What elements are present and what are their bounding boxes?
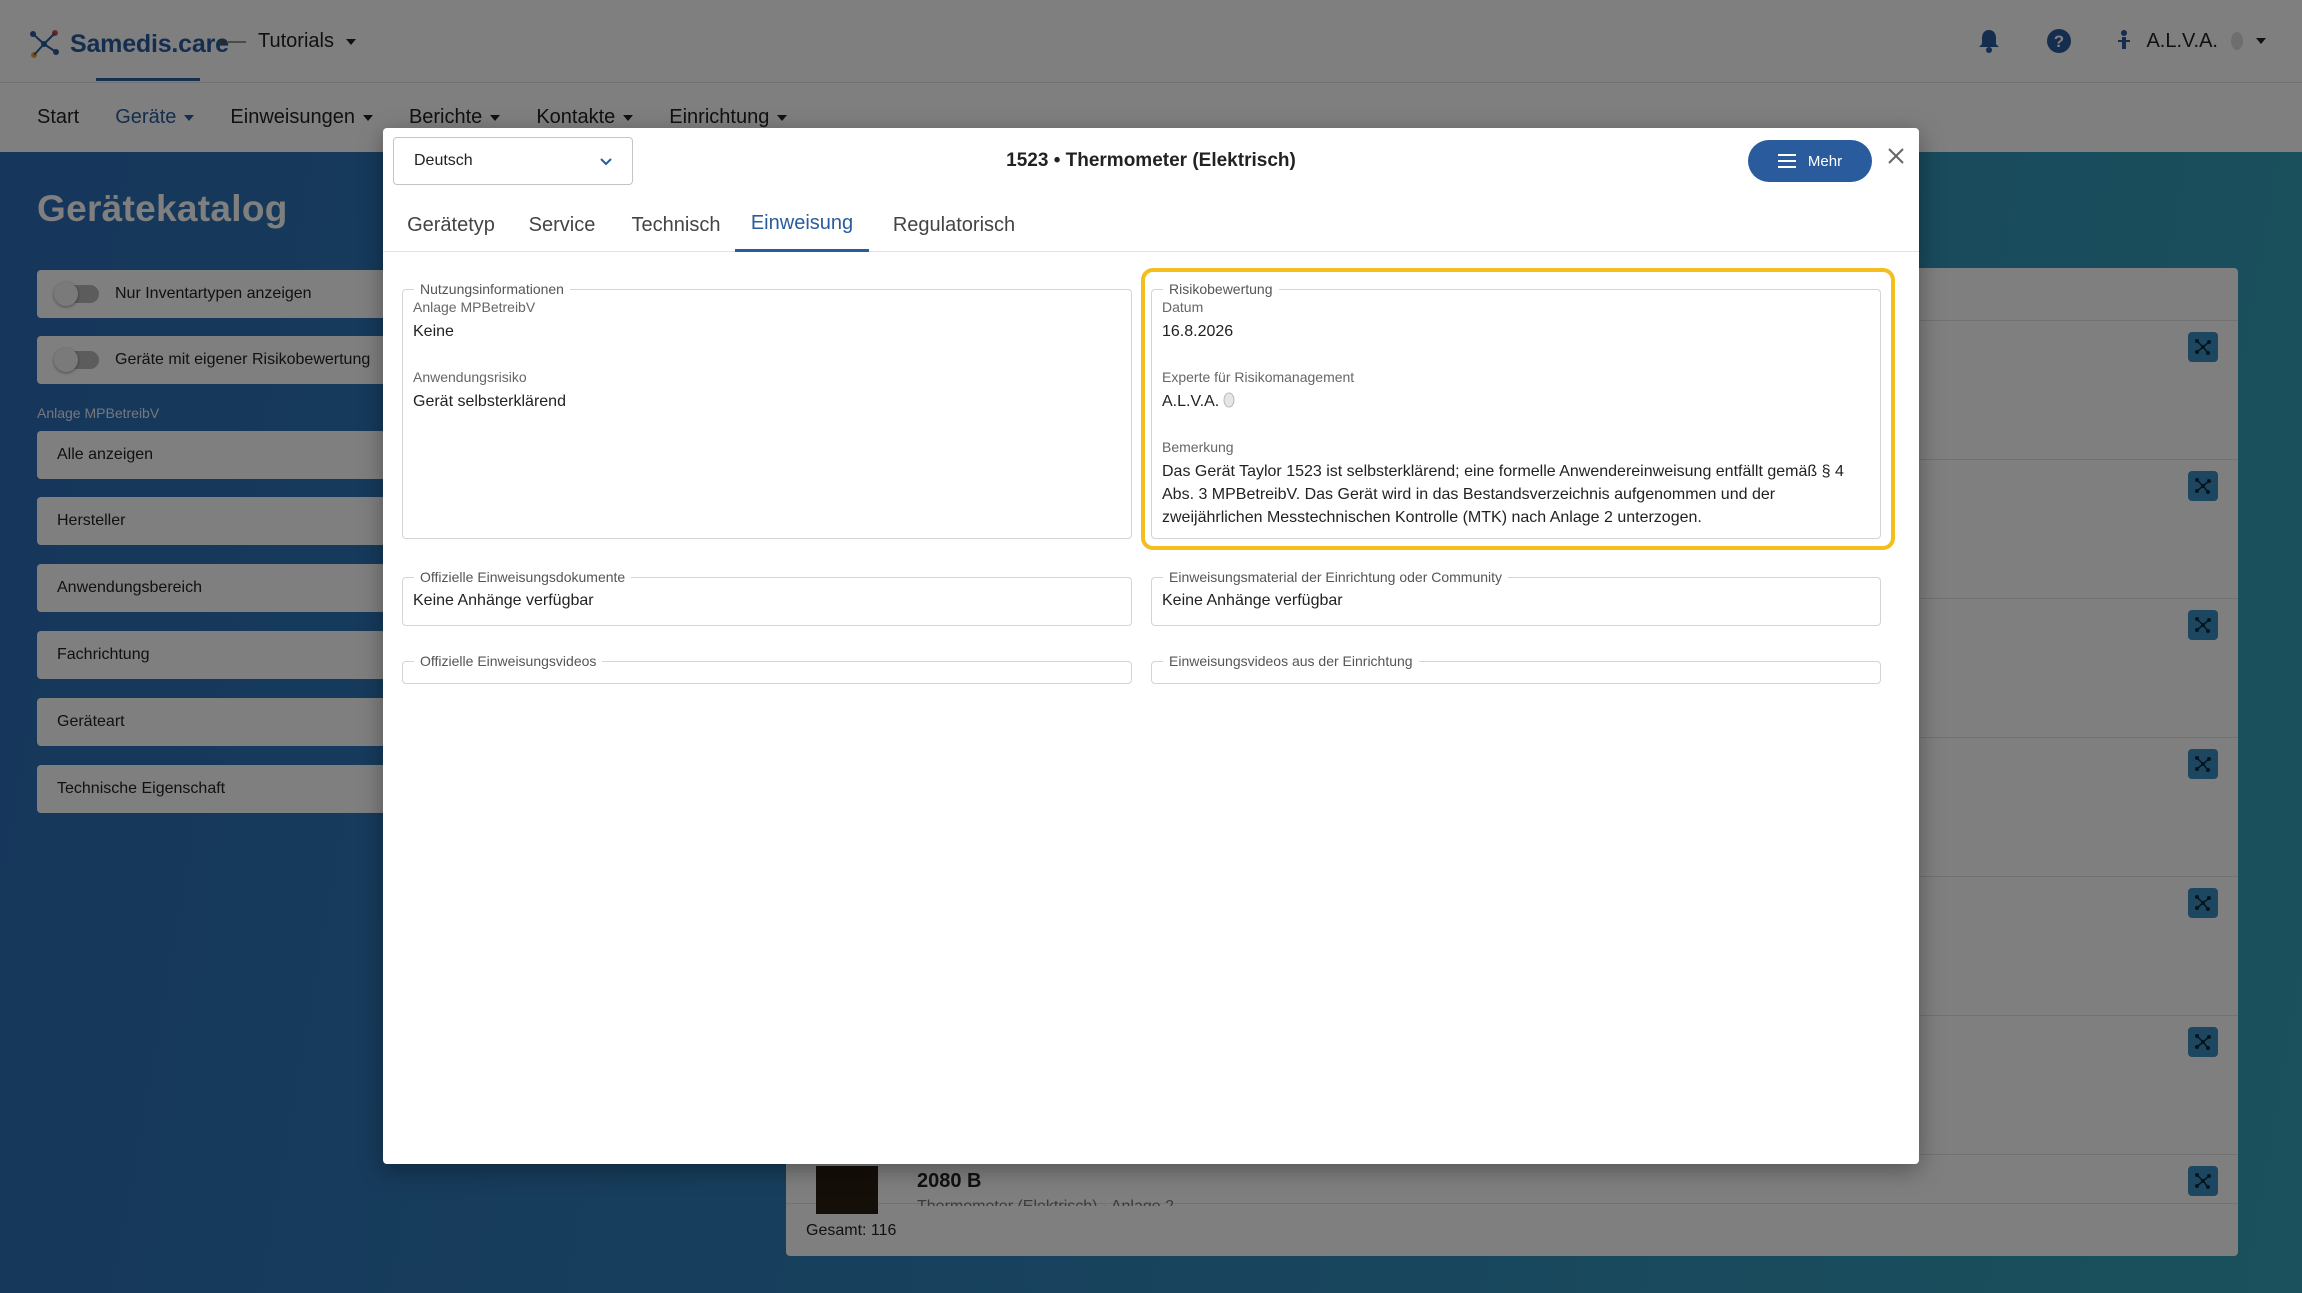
tab-label: Einweisung (750, 212, 854, 234)
more-button-label: Mehr (1807, 152, 1843, 170)
tab-service[interactable]: Service (519, 198, 605, 252)
official-videos-section: Offizielle Einweisungsvideos (402, 653, 1132, 684)
more-button[interactable]: Mehr (1748, 140, 1872, 182)
official-documents-section: Offizielle Einweisungsdokumente Keine An… (402, 569, 1132, 626)
tab-einweisung[interactable]: Einweisung (735, 198, 869, 252)
community-documents-legend: Einweisungsmaterial der Einrichtung oder… (1169, 569, 1503, 585)
official-documents-legend: Offizielle Einweisungsdokumente (420, 569, 626, 585)
community-documents-value: Keine Anhänge verfügbar (1162, 592, 1343, 609)
dialog-tabs: Gerätetyp Service Technisch Einweisung R… (383, 198, 1919, 252)
usage-info-legend: Nutzungsinformationen (420, 281, 564, 297)
anlage-label: Anlage MPBetreibV (413, 299, 536, 315)
tab-label: Gerätetyp (407, 213, 495, 236)
tab-regulatorisch[interactable]: Regulatorisch (881, 198, 1027, 252)
facility-videos-legend: Einweisungsvideos aus der Einrichtung (1169, 653, 1413, 669)
menu-icon (1777, 154, 1796, 168)
close-icon[interactable] (1882, 142, 1910, 170)
tab-geraetetyp[interactable]: Gerätetyp (383, 198, 519, 252)
tab-technisch[interactable]: Technisch (621, 198, 731, 252)
dialog-title: 1523 • Thermometer (Elektrisch) (1006, 150, 1296, 171)
official-documents-value: Keine Anhänge verfügbar (413, 592, 594, 609)
usage-info-section: Nutzungsinformationen Anlage MPBetreibV … (402, 281, 1132, 539)
anlage-value: Keine (413, 323, 454, 340)
official-videos-legend: Offizielle Einweisungsvideos (420, 653, 597, 669)
tab-label: Service (528, 213, 596, 236)
tab-label: Regulatorisch (892, 213, 1016, 236)
tab-label: Technisch (631, 213, 721, 236)
risk-category-value: Gerät selbsterklärend (413, 393, 566, 410)
device-detail-dialog: Deutsch 1523 • Thermometer (Elektrisch) … (383, 128, 1919, 1164)
risk-category-label: Anwendungsrisiko (413, 369, 527, 385)
community-documents-section: Einweisungsmaterial der Einrichtung oder… (1151, 569, 1881, 626)
focus-highlight (1141, 268, 1895, 550)
facility-videos-section: Einweisungsvideos aus der Einrichtung (1151, 653, 1881, 684)
